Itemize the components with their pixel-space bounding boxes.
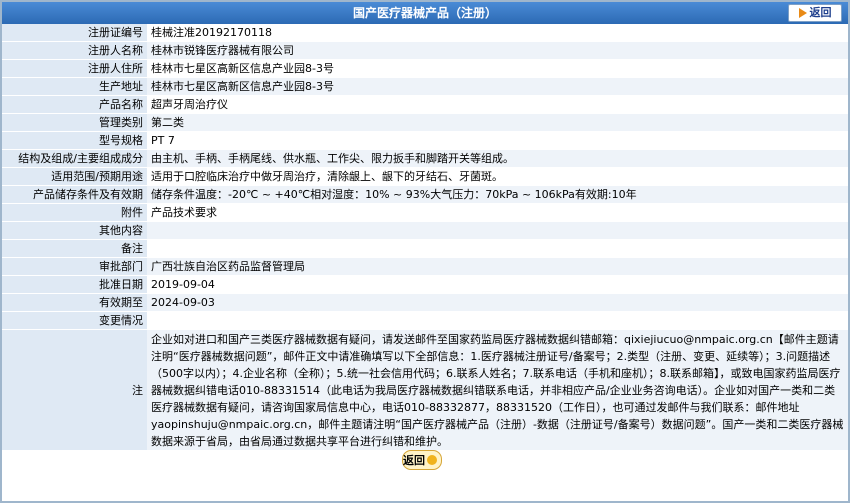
notice-label: 注: [2, 329, 147, 451]
row-value: 由主机、手柄、手柄尾线、供水瓶、工作尖、限力扳手和脚踏开关等组成。: [147, 149, 848, 168]
panel-title-bar: 国产医疗器械产品（注册） 返回: [2, 2, 848, 24]
row-label: 结构及组成/主要组成成分: [2, 149, 147, 168]
row-label: 审批部门: [2, 257, 147, 276]
row-label: 产品储存条件及有效期: [2, 185, 147, 204]
row-value: 广西壮族自治区药品监督管理局: [147, 257, 848, 276]
row-value: PT 7: [147, 131, 848, 150]
page-title: 国产医疗器械产品（注册）: [352, 6, 497, 20]
notice-row: 注 企业如对进口和国产三类医疗器械数据有疑问，请发送邮件至国家药监局医疗器械数据…: [2, 329, 848, 451]
row-value: 桂械注准20192170118: [147, 24, 848, 42]
notice-text: 企业如对进口和国产三类医疗器械数据有疑问，请发送邮件至国家药监局医疗器械数据纠错…: [147, 329, 848, 451]
row-value: 储存条件温度：-20℃ ~ +40℃相对湿度：10% ~ 93%大气压力：70k…: [147, 185, 848, 204]
table-row: 注册人住所 桂林市七星区高新区信息产业园8-3号: [2, 59, 848, 78]
table-row: 变更情况: [2, 311, 848, 330]
table-row: 适用范围/预期用途 适用于口腔临床治疗中做牙周治疗，清除龈上、龈下的牙结石、牙菌斑…: [2, 167, 848, 186]
back-circle-icon: [427, 455, 437, 465]
table-row: 审批部门 广西壮族自治区药品监督管理局: [2, 257, 848, 276]
back-button-top[interactable]: 返回: [788, 4, 842, 22]
back-arrow-icon: [798, 8, 807, 18]
row-label: 其他内容: [2, 221, 147, 240]
table-row: 其他内容: [2, 221, 848, 240]
row-value: 2019-09-04: [147, 275, 848, 294]
row-label: 附件: [2, 203, 147, 222]
table-row: 附件 产品技术要求: [2, 203, 848, 222]
row-label: 变更情况: [2, 311, 147, 330]
table-row: 管理类别 第二类: [2, 113, 848, 132]
row-label: 有效期至: [2, 293, 147, 312]
row-label: 适用范围/预期用途: [2, 167, 147, 186]
row-value: [147, 311, 848, 330]
back-button-bottom-label: 返回: [403, 454, 425, 467]
row-label: 管理类别: [2, 113, 147, 132]
row-label: 生产地址: [2, 77, 147, 96]
row-label: 注册证编号: [2, 24, 147, 42]
table-row: 产品名称 超声牙周治疗仪: [2, 95, 848, 114]
row-value: 产品技术要求: [147, 203, 848, 222]
table-row: 生产地址 桂林市七星区高新区信息产业园8-3号: [2, 77, 848, 96]
row-label: 注册人住所: [2, 59, 147, 78]
row-value: 适用于口腔临床治疗中做牙周治疗，清除龈上、龈下的牙结石、牙菌斑。: [147, 167, 848, 186]
table-row: 注册证编号 桂械注准20192170118: [2, 24, 848, 42]
row-value: 超声牙周治疗仪: [147, 95, 848, 114]
table-row: 批准日期 2019-09-04: [2, 275, 848, 294]
table-row: 有效期至 2024-09-03: [2, 293, 848, 312]
table-row: 型号规格 PT 7: [2, 131, 848, 150]
row-label: 批准日期: [2, 275, 147, 294]
row-value: 第二类: [147, 113, 848, 132]
row-value: 桂林市七星区高新区信息产业园8-3号: [147, 77, 848, 96]
row-value: 桂林市七星区高新区信息产业园8-3号: [147, 59, 848, 78]
row-value: [147, 221, 848, 240]
table-row: 注册人名称 桂林市锐锋医疗器械有限公司: [2, 41, 848, 60]
row-value: 桂林市锐锋医疗器械有限公司: [147, 41, 848, 60]
row-label: 型号规格: [2, 131, 147, 150]
row-label: 备注: [2, 239, 147, 258]
table-row: 备注: [2, 239, 848, 258]
registration-info-table: 注册证编号 桂械注准20192170118 注册人名称 桂林市锐锋医疗器械有限公司 …: [2, 24, 848, 451]
detail-panel: 国产医疗器械产品（注册） 返回 注册证编号 桂械注准20192170118 注册人…: [0, 0, 850, 503]
back-button-label: 返回: [809, 6, 832, 19]
row-value: 2024-09-03: [147, 293, 848, 312]
row-label: 注册人名称: [2, 41, 147, 60]
row-value: [147, 239, 848, 258]
table-row: 结构及组成/主要组成成分 由主机、手柄、手柄尾线、供水瓶、工作尖、限力扳手和脚踏开…: [2, 149, 848, 168]
table-row: 产品储存条件及有效期 储存条件温度：-20℃ ~ +40℃相对湿度：10% ~ 9…: [2, 185, 848, 204]
back-button-bottom[interactable]: 返回: [402, 450, 442, 470]
row-label: 产品名称: [2, 95, 147, 114]
